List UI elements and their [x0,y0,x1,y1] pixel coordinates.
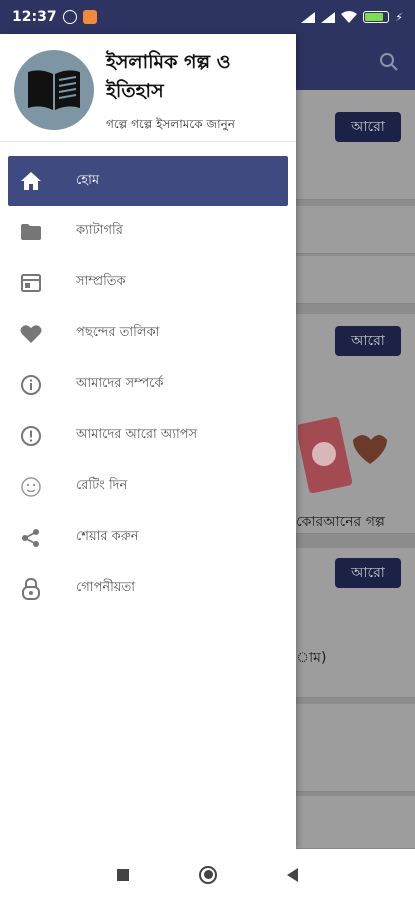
book-thumbnail [298,416,387,494]
menu-item-label: পছন্দের তালিকা [76,325,160,340]
app-title: ইসলামিক গল্প ও ইতিহাস [106,51,231,102]
status-bar: 12:37 ⚡ [0,0,415,34]
menu-item-label: ক্যাটাগরি [76,223,123,238]
lock-icon [20,577,42,600]
menu-item-about[interactable]: আমাদের সম্পর্কে [0,359,296,410]
menu-item-home[interactable]: হোম [8,156,288,206]
rating-icon [20,476,42,498]
search-icon[interactable] [379,52,399,72]
menu-item-label: শেয়ার করুন [76,529,139,544]
charging-icon: ⚡ [395,10,403,24]
info-icon [20,374,42,396]
app-subtitle: গল্পে গল্পে ইসলামকে জানুন [106,117,235,131]
heart-icon [20,323,42,345]
menu-item-label: সাম্প্রতিক [76,274,126,289]
book-icon [28,70,80,110]
app-notification-icon [82,10,97,24]
folder-icon [20,221,42,243]
more-button[interactable]: আরো [335,326,401,356]
menu-item-label: আমাদের আরো অ্যাপস [76,427,198,442]
card-title: কোরআনের গল্প [296,514,385,530]
home-icon [20,170,42,192]
menu-item-privacy[interactable]: গোপনীয়তা [0,563,296,614]
status-time: 12:37 [12,9,57,25]
list-item [296,206,415,254]
share-icon [20,527,42,549]
battery-icon [363,11,390,23]
menu-item-share[interactable]: শেয়ার করুন [0,512,296,563]
navigation-drawer: ইসলামিক গল্প ও ইতিহাস গল্পে গল্পে ইসলামক… [0,34,296,849]
wifi-icon [341,11,358,23]
more-button[interactable]: আরো [335,112,401,142]
list-text: াম) [296,650,327,666]
menu-item-label: হোম [76,172,100,188]
system-nav-bar [0,849,415,900]
list-item [296,704,415,792]
back-button[interactable] [287,867,298,882]
menu-item-recent[interactable]: সাম্প্রতিক [0,257,296,308]
more-button[interactable]: আরো [335,558,401,588]
app-logo [14,50,94,130]
signal-icon [301,11,316,23]
menu-item-label: গোপনীয়তা [76,580,136,595]
menu-item-category[interactable]: ক্যাটাগরি [0,206,296,257]
list-item [296,796,415,849]
drawer-menu: হোম ক্যাটাগরি সাম্প্রতিক পছন্দের তালিকা … [0,156,296,614]
more-apps-icon [20,425,42,447]
list-item [296,256,415,304]
section-card [296,90,415,200]
signal-icon-2 [321,11,336,23]
menu-item-more-apps[interactable]: আমাদের আরো অ্যাপস [0,410,296,461]
recents-button[interactable] [117,868,129,881]
home-button[interactable] [199,865,217,884]
menu-item-label: রেটিং দিন [76,478,128,493]
drawer-header: ইসলামিক গল্প ও ইতিহাস গল্পে গল্পে ইসলামক… [0,34,296,142]
alarm-icon [62,10,77,24]
recent-icon [20,272,42,294]
menu-item-rating[interactable]: রেটিং দিন [0,461,296,512]
menu-item-label: আমাদের সম্পর্কে [76,376,164,391]
menu-item-favorites[interactable]: পছন্দের তালিকা [0,308,296,359]
